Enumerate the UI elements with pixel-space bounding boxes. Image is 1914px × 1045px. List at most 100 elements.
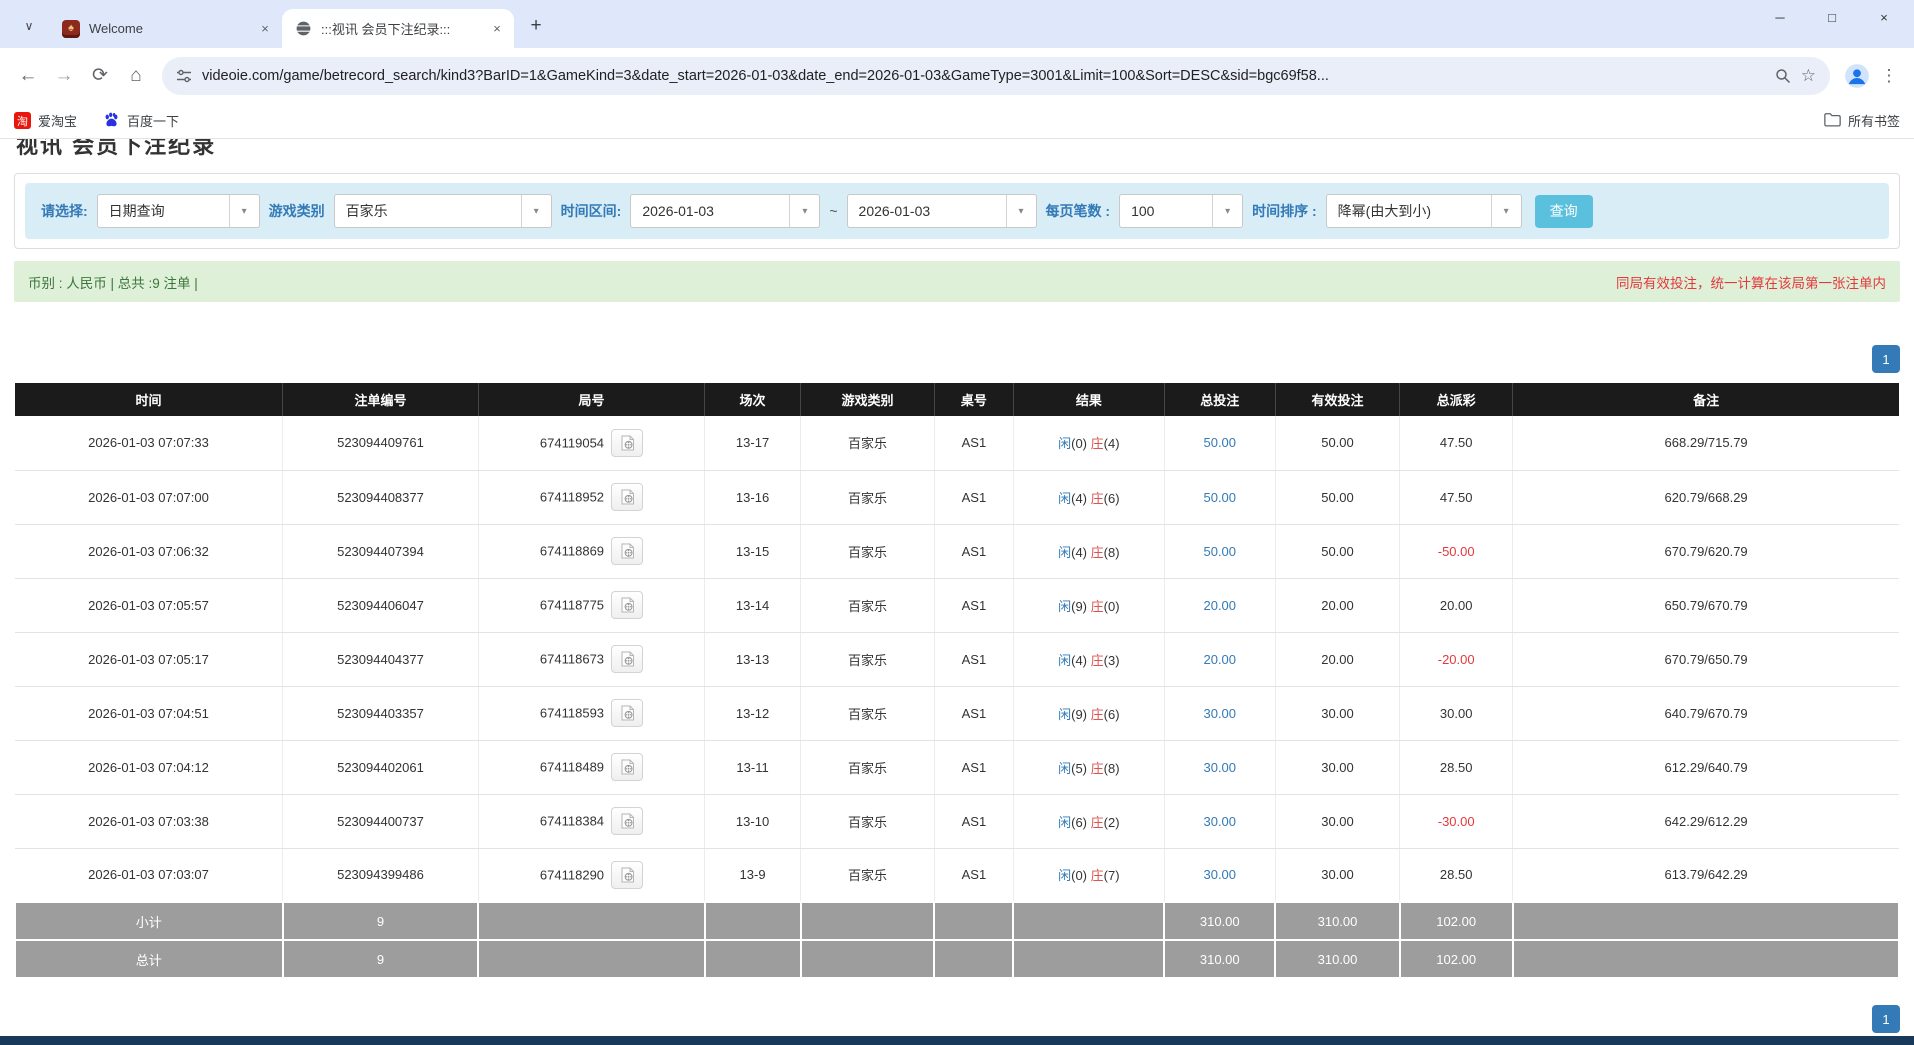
video-replay-button[interactable]: [611, 537, 643, 565]
date-end-select[interactable]: 2026-01-03 ▾: [847, 194, 1037, 228]
address-bar[interactable]: videoie.com/game/betrecord_search/kind3?…: [162, 57, 1830, 95]
video-replay-button[interactable]: [611, 591, 643, 619]
game-kind-select[interactable]: 百家乐 ▾: [334, 194, 552, 228]
sort-select[interactable]: 降幂(由大到小) ▾: [1326, 194, 1522, 228]
tab-search-button[interactable]: ∨: [16, 13, 42, 39]
date-range-tilde: ~: [829, 203, 837, 219]
cell-result: 闲(6) 庄(2): [1013, 794, 1164, 848]
cell-session: 13-13: [705, 632, 801, 686]
site-settings-icon[interactable]: [176, 68, 192, 84]
total-bet-link[interactable]: 20.00: [1203, 652, 1236, 667]
table-row: 2026-01-03 07:07:00523094408377674118952…: [15, 470, 1899, 524]
total-bet-link[interactable]: 50.00: [1203, 435, 1236, 450]
url-text[interactable]: videoie.com/game/betrecord_search/kind3?…: [202, 68, 1765, 84]
tab-strip: ∨ ♠ Welcome × :::视讯 会员下注纪录::: × + ─ □ ×: [0, 0, 1914, 48]
forward-button[interactable]: →: [46, 58, 82, 94]
cell-valid-bet: 30.00: [1275, 848, 1399, 902]
col-bet-id: 注单编号: [283, 383, 479, 416]
cell-remark: 650.79/670.79: [1513, 578, 1899, 632]
caret-down-icon[interactable]: ▾: [1491, 195, 1521, 227]
total-bet-link[interactable]: 30.00: [1203, 760, 1236, 775]
result-banker-num: (7): [1104, 868, 1120, 883]
video-replay-button[interactable]: [611, 645, 643, 673]
bookmark-aitaobao[interactable]: 淘 爱淘宝: [14, 111, 77, 130]
total-bet-link[interactable]: 30.00: [1203, 814, 1236, 829]
table-row: 2026-01-03 07:04:51523094403357674118593…: [15, 686, 1899, 740]
reload-button[interactable]: ⟳: [82, 58, 118, 94]
cell-session: 13-14: [705, 578, 801, 632]
round-number: 674118290: [540, 867, 604, 882]
cell-payout: 20.00: [1400, 578, 1513, 632]
bookmark-star-icon[interactable]: ☆: [1801, 66, 1816, 86]
cell-time: 2026-01-03 07:03:38: [15, 794, 283, 848]
video-replay-button[interactable]: [611, 699, 643, 727]
bet-table-footer: 小计9310.00310.00102.00总计9310.00310.00102.…: [15, 902, 1899, 978]
minimize-button[interactable]: ─: [1754, 0, 1806, 34]
cell-total-bet: 30.00: [1164, 740, 1275, 794]
total-bet-link[interactable]: 50.00: [1203, 490, 1236, 505]
total-bet-link[interactable]: 50.00: [1203, 544, 1236, 559]
total-bet-link[interactable]: 30.00: [1203, 706, 1236, 721]
result-player-num: (9): [1071, 707, 1087, 722]
per-page-select[interactable]: 100 ▾: [1119, 194, 1243, 228]
cell-game-kind: 百家乐: [801, 848, 935, 902]
page-1-button[interactable]: 1: [1872, 345, 1900, 373]
baidu-paw-icon: [103, 111, 120, 131]
video-file-icon: [620, 597, 635, 613]
cell-remark: 670.79/650.79: [1513, 632, 1899, 686]
video-replay-button[interactable]: [611, 861, 643, 889]
table-row: 2026-01-03 07:04:12523094402061674118489…: [15, 740, 1899, 794]
result-banker-label: 庄: [1091, 868, 1104, 883]
home-icon: ⌂: [130, 65, 141, 87]
cell-remark: 620.79/668.29: [1513, 470, 1899, 524]
video-replay-button[interactable]: [611, 483, 643, 511]
close-tab-icon[interactable]: ×: [488, 20, 506, 38]
caret-down-icon[interactable]: ▾: [521, 195, 551, 227]
cell-round: 674118673: [478, 632, 704, 686]
query-button[interactable]: 查询: [1535, 195, 1593, 228]
total-bet-link[interactable]: 30.00: [1203, 867, 1236, 882]
browser-menu-button[interactable]: ⋮: [1874, 59, 1904, 93]
tab-welcome[interactable]: ♠ Welcome ×: [50, 9, 282, 48]
col-result: 结果: [1013, 383, 1164, 416]
caret-down-icon[interactable]: ▾: [1006, 195, 1036, 227]
result-player-num: (4): [1071, 653, 1087, 668]
profile-avatar[interactable]: [1840, 59, 1874, 93]
page-1-button[interactable]: 1: [1872, 1005, 1900, 1033]
date-start-select[interactable]: 2026-01-03 ▾: [630, 194, 820, 228]
new-tab-button[interactable]: +: [522, 12, 550, 40]
caret-down-icon[interactable]: ▾: [789, 195, 819, 227]
cell-total-bet: 30.00: [1164, 686, 1275, 740]
back-icon: ←: [19, 65, 38, 87]
video-replay-button[interactable]: [611, 807, 643, 835]
col-table-no: 桌号: [934, 383, 1013, 416]
spade-icon: ♠: [68, 23, 74, 34]
video-replay-button[interactable]: [611, 753, 643, 781]
video-file-icon: [620, 759, 635, 775]
close-tab-icon[interactable]: ×: [256, 20, 274, 38]
cell-bet-id: 523094404377: [283, 632, 479, 686]
footer-empty: [801, 902, 935, 940]
caret-down-icon[interactable]: ▾: [229, 195, 259, 227]
caret-down-icon[interactable]: ▾: [1212, 195, 1242, 227]
tab-betrecord[interactable]: :::视讯 会员下注纪录::: ×: [282, 9, 514, 48]
video-replay-button[interactable]: [611, 429, 643, 457]
zoom-page-icon[interactable]: [1775, 68, 1791, 84]
query-type-select[interactable]: 日期查询 ▾: [97, 194, 260, 228]
total-bet-link[interactable]: 20.00: [1203, 598, 1236, 613]
result-banker-num: (8): [1104, 545, 1120, 560]
cell-session: 13-17: [705, 416, 801, 470]
home-button[interactable]: ⌂: [118, 58, 154, 94]
result-banker-label: 庄: [1091, 545, 1104, 560]
sort-label: 时间排序 :: [1252, 201, 1317, 221]
bookmark-baidu[interactable]: 百度一下: [103, 111, 179, 131]
cell-result: 闲(4) 庄(8): [1013, 524, 1164, 578]
summary-bar: 币别 : 人民币 | 总共 :9 注单 | 同局有效投注，统一计算在该局第一张注…: [14, 261, 1900, 302]
all-bookmarks-button[interactable]: 所有书签: [1824, 111, 1900, 130]
cell-round: 674118593: [478, 686, 704, 740]
maximize-button[interactable]: □: [1806, 0, 1858, 34]
taobao-icon: 淘: [14, 112, 31, 129]
back-button[interactable]: ←: [10, 58, 46, 94]
table-header: 时间 注单编号 局号 场次 游戏类别 桌号 结果 总投注 有效投注 总派彩 备注: [15, 383, 1899, 416]
close-window-button[interactable]: ×: [1858, 0, 1910, 34]
